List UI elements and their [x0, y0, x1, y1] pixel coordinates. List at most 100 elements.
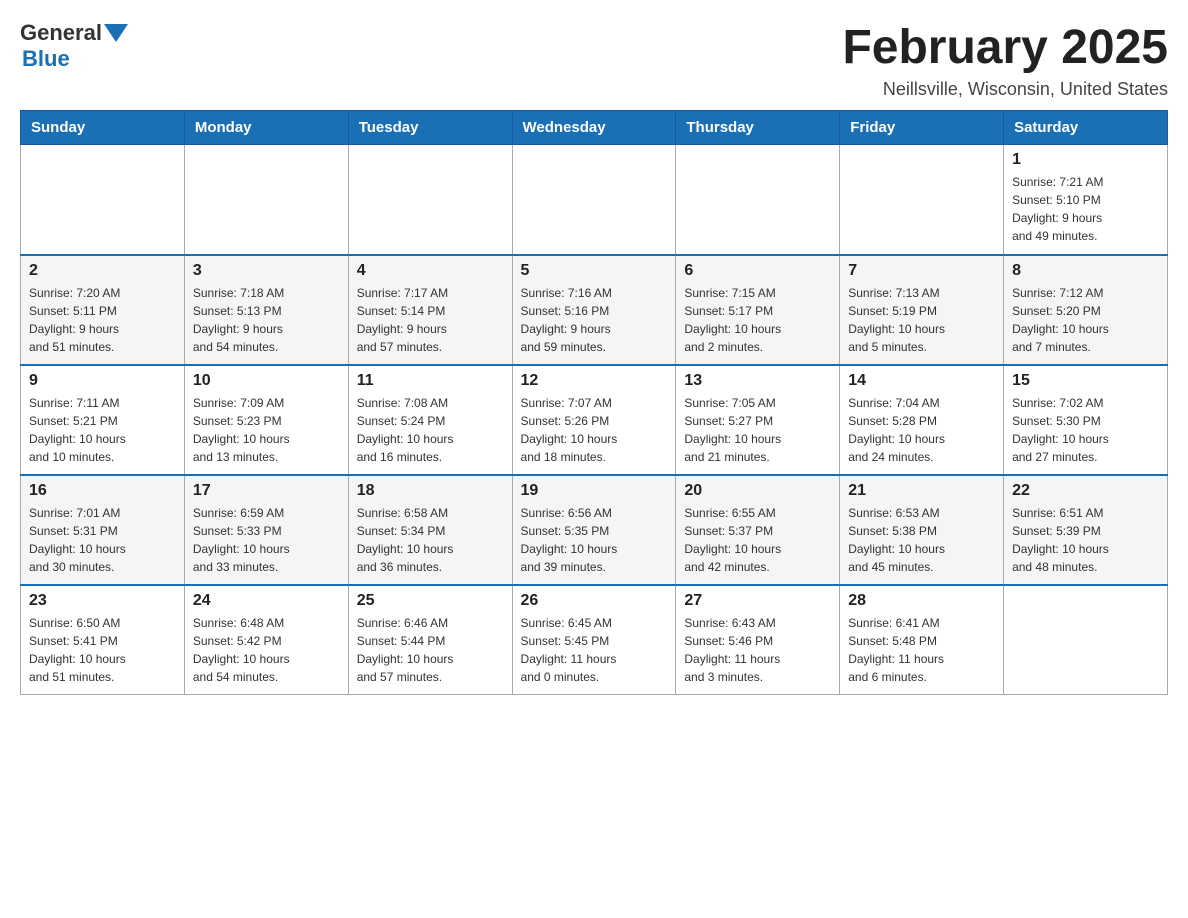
calendar-cell: 5 Sunrise: 7:16 AMSunset: 5:16 PMDaylight… — [512, 255, 676, 365]
day-info: Sunrise: 7:17 AMSunset: 5:14 PMDaylight:… — [357, 284, 504, 356]
day-of-week-header: Friday — [840, 111, 1004, 145]
calendar-cell: 6 Sunrise: 7:15 AMSunset: 5:17 PMDaylight… — [676, 255, 840, 365]
calendar-cell: 11 Sunrise: 7:08 AMSunset: 5:24 PMDayligh… — [348, 365, 512, 475]
logo-triangle-icon — [104, 24, 128, 42]
calendar-cell — [1004, 585, 1168, 695]
day-number: 1 — [1012, 151, 1159, 169]
day-info: Sunrise: 7:21 AMSunset: 5:10 PMDaylight:… — [1012, 173, 1159, 245]
day-number: 6 — [684, 262, 831, 280]
day-number: 13 — [684, 372, 831, 390]
day-of-week-header: Saturday — [1004, 111, 1168, 145]
calendar-cell: 3 Sunrise: 7:18 AMSunset: 5:13 PMDaylight… — [184, 255, 348, 365]
logo: General Blue — [20, 20, 130, 72]
day-info: Sunrise: 6:41 AMSunset: 5:48 PMDaylight:… — [848, 614, 995, 686]
day-info: Sunrise: 7:13 AMSunset: 5:19 PMDaylight:… — [848, 284, 995, 356]
day-number: 3 — [193, 262, 340, 280]
calendar-cell: 18Sunrise: 6:58 AMSunset: 5:34 PMDayligh… — [348, 475, 512, 585]
day-number: 19 — [521, 482, 668, 500]
day-number: 7 — [848, 262, 995, 280]
day-info: Sunrise: 7:12 AMSunset: 5:20 PMDaylight:… — [1012, 284, 1159, 356]
day-number: 28 — [848, 592, 995, 610]
day-info: Sunrise: 6:51 AMSunset: 5:39 PMDaylight:… — [1012, 504, 1159, 576]
calendar-cell: 1 Sunrise: 7:21 AMSunset: 5:10 PMDaylight… — [1004, 145, 1168, 255]
day-number: 21 — [848, 482, 995, 500]
location-text: Neillsville, Wisconsin, United States — [842, 79, 1168, 100]
calendar-cell: 2Sunrise: 7:20 AMSunset: 5:11 PMDaylight… — [21, 255, 185, 365]
title-section: February 2025 Neillsville, Wisconsin, Un… — [842, 20, 1168, 100]
calendar-cell — [21, 145, 185, 255]
day-number: 20 — [684, 482, 831, 500]
day-number: 17 — [193, 482, 340, 500]
day-info: Sunrise: 7:18 AMSunset: 5:13 PMDaylight:… — [193, 284, 340, 356]
day-number: 14 — [848, 372, 995, 390]
calendar-cell: 12 Sunrise: 7:07 AMSunset: 5:26 PMDayligh… — [512, 365, 676, 475]
logo-general-text: General — [20, 20, 102, 46]
day-info: Sunrise: 6:53 AMSunset: 5:38 PMDaylight:… — [848, 504, 995, 576]
page-header: General Blue February 2025 Neillsville, … — [20, 20, 1168, 100]
day-number: 16 — [29, 482, 176, 500]
calendar-week-row: 16 Sunrise: 7:01 AMSunset: 5:31 PMDayligh… — [21, 475, 1168, 585]
day-info: Sunrise: 7:08 AMSunset: 5:24 PMDaylight:… — [357, 394, 504, 466]
calendar-cell: 19 Sunrise: 6:56 AMSunset: 5:35 PMDayligh… — [512, 475, 676, 585]
day-info: Sunrise: 7:16 AMSunset: 5:16 PMDaylight:… — [521, 284, 668, 356]
calendar-cell: 14Sunrise: 7:04 AMSunset: 5:28 PMDayligh… — [840, 365, 1004, 475]
calendar-week-row: 9 Sunrise: 7:11 AMSunset: 5:21 PMDaylight… — [21, 365, 1168, 475]
day-number: 15 — [1012, 372, 1159, 390]
day-of-week-header: Monday — [184, 111, 348, 145]
calendar-cell: 13 Sunrise: 7:05 AMSunset: 5:27 PMDayligh… — [676, 365, 840, 475]
day-info: Sunrise: 6:50 AMSunset: 5:41 PMDaylight:… — [29, 614, 176, 686]
day-info: Sunrise: 7:15 AMSunset: 5:17 PMDaylight:… — [684, 284, 831, 356]
day-number: 23 — [29, 592, 176, 610]
day-number: 26 — [521, 592, 668, 610]
calendar-cell: 21 Sunrise: 6:53 AMSunset: 5:38 PMDayligh… — [840, 475, 1004, 585]
calendar-cell: 24 Sunrise: 6:48 AMSunset: 5:42 PMDayligh… — [184, 585, 348, 695]
day-info: Sunrise: 7:01 AMSunset: 5:31 PMDaylight:… — [29, 504, 176, 576]
calendar-cell — [184, 145, 348, 255]
day-number: 5 — [521, 262, 668, 280]
day-info: Sunrise: 6:56 AMSunset: 5:35 PMDaylight:… — [521, 504, 668, 576]
day-number: 25 — [357, 592, 504, 610]
calendar-cell — [840, 145, 1004, 255]
day-info: Sunrise: 7:07 AMSunset: 5:26 PMDaylight:… — [521, 394, 668, 466]
calendar-week-row: 2Sunrise: 7:20 AMSunset: 5:11 PMDaylight… — [21, 255, 1168, 365]
day-info: Sunrise: 6:58 AMSunset: 5:34 PMDaylight:… — [357, 504, 504, 576]
calendar-cell: 17 Sunrise: 6:59 AMSunset: 5:33 PMDayligh… — [184, 475, 348, 585]
day-of-week-header: Wednesday — [512, 111, 676, 145]
day-of-week-header: Thursday — [676, 111, 840, 145]
calendar-cell: 28 Sunrise: 6:41 AMSunset: 5:48 PMDayligh… — [840, 585, 1004, 695]
day-number: 9 — [29, 372, 176, 390]
day-of-week-header: Tuesday — [348, 111, 512, 145]
calendar-cell: 27 Sunrise: 6:43 AMSunset: 5:46 PMDayligh… — [676, 585, 840, 695]
calendar-cell: 15Sunrise: 7:02 AMSunset: 5:30 PMDayligh… — [1004, 365, 1168, 475]
day-number: 11 — [357, 372, 504, 390]
logo-blue-text: Blue — [22, 46, 70, 72]
calendar-cell: 10 Sunrise: 7:09 AMSunset: 5:23 PMDayligh… — [184, 365, 348, 475]
month-title: February 2025 — [842, 20, 1168, 75]
day-info: Sunrise: 7:11 AMSunset: 5:21 PMDaylight:… — [29, 394, 176, 466]
calendar-cell — [676, 145, 840, 255]
calendar-cell: 20Sunrise: 6:55 AMSunset: 5:37 PMDayligh… — [676, 475, 840, 585]
day-info: Sunrise: 7:09 AMSunset: 5:23 PMDaylight:… — [193, 394, 340, 466]
calendar-cell: 9 Sunrise: 7:11 AMSunset: 5:21 PMDaylight… — [21, 365, 185, 475]
day-number: 10 — [193, 372, 340, 390]
calendar-cell: 7 Sunrise: 7:13 AMSunset: 5:19 PMDaylight… — [840, 255, 1004, 365]
calendar-cell — [348, 145, 512, 255]
day-info: Sunrise: 6:43 AMSunset: 5:46 PMDaylight:… — [684, 614, 831, 686]
day-number: 12 — [521, 372, 668, 390]
day-number: 22 — [1012, 482, 1159, 500]
calendar-cell: 16 Sunrise: 7:01 AMSunset: 5:31 PMDayligh… — [21, 475, 185, 585]
calendar-cell: 25 Sunrise: 6:46 AMSunset: 5:44 PMDayligh… — [348, 585, 512, 695]
day-info: Sunrise: 6:45 AMSunset: 5:45 PMDaylight:… — [521, 614, 668, 686]
day-info: Sunrise: 7:20 AMSunset: 5:11 PMDaylight:… — [29, 284, 176, 356]
day-info: Sunrise: 6:59 AMSunset: 5:33 PMDaylight:… — [193, 504, 340, 576]
calendar-header-row: SundayMondayTuesdayWednesdayThursdayFrid… — [21, 111, 1168, 145]
day-number: 27 — [684, 592, 831, 610]
day-number: 24 — [193, 592, 340, 610]
day-info: Sunrise: 6:46 AMSunset: 5:44 PMDaylight:… — [357, 614, 504, 686]
day-number: 8 — [1012, 262, 1159, 280]
day-info: Sunrise: 7:05 AMSunset: 5:27 PMDaylight:… — [684, 394, 831, 466]
day-info: Sunrise: 6:48 AMSunset: 5:42 PMDaylight:… — [193, 614, 340, 686]
calendar-cell: 26 Sunrise: 6:45 AMSunset: 5:45 PMDayligh… — [512, 585, 676, 695]
calendar-cell: 8 Sunrise: 7:12 AMSunset: 5:20 PMDaylight… — [1004, 255, 1168, 365]
calendar-week-row: 1 Sunrise: 7:21 AMSunset: 5:10 PMDaylight… — [21, 145, 1168, 255]
